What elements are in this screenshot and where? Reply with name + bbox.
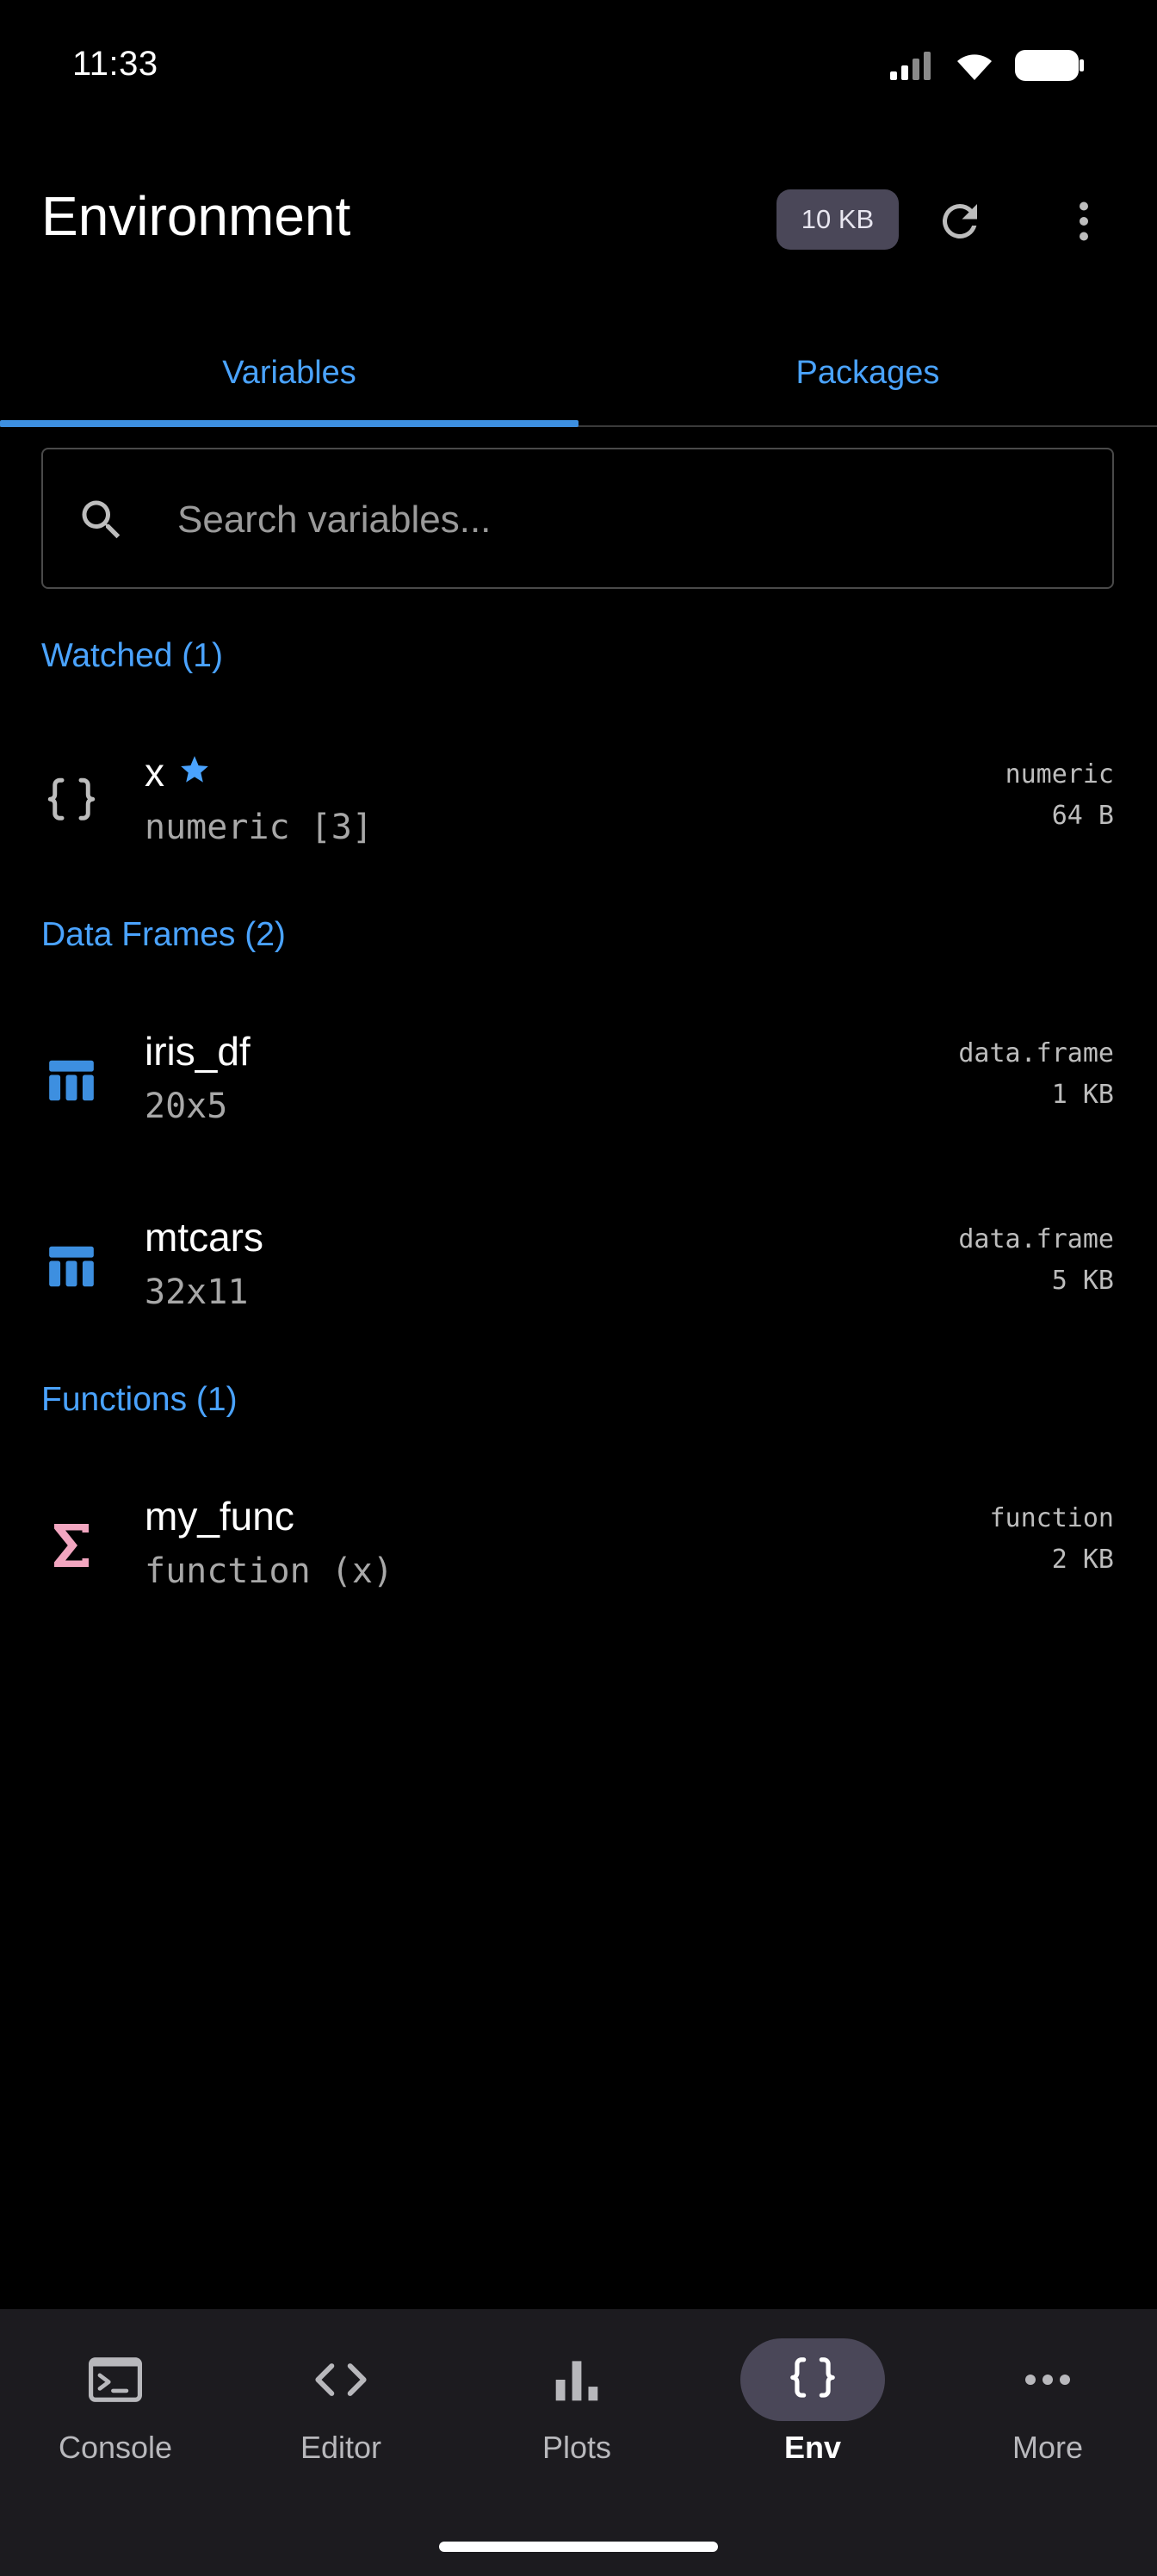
nav-icon-container [43,2338,188,2421]
nav-item-console[interactable]: Console [0,2309,231,2507]
braces-icon [41,771,102,832]
tab-bar: Variables Packages [0,320,1157,427]
page-title: Environment [41,185,351,247]
section-header-functions: Functions (1) [41,1381,238,1418]
environment-screen: 11:33 Environment 10 KB Variables Packag… [0,0,1157,2576]
variable-detail: 32x11 [145,1273,249,1312]
tab-packages[interactable]: Packages [578,320,1157,425]
memory-usage-badge[interactable]: 10 KB [776,189,899,250]
refresh-button[interactable] [928,189,992,253]
variable-type: numeric [1005,759,1114,790]
variable-detail: 20x5 [145,1087,228,1126]
sigma-icon [41,1515,102,1576]
variable-name: iris_df [145,1029,251,1074]
search-input[interactable] [176,480,1074,560]
variable-name: x [145,750,164,795]
wifi-icon [954,49,995,86]
status-time: 11:33 [72,45,158,83]
variable-row-x[interactable]: x numeric [3] numeric 64 B [0,723,1157,878]
braces-icon [790,2357,835,2398]
status-icons [888,48,1085,87]
search-icon [76,494,127,550]
variable-row-iris-df[interactable]: iris_df 20x5 data.frame 1 KB [0,1002,1157,1157]
nav-label-more: More [1012,2430,1084,2465]
variable-row-my-func[interactable]: my_func function (x) function 2 KB [0,1467,1157,1622]
nav-label-env: Env [783,2430,842,2465]
variable-size: 5 KB [1051,1266,1114,1296]
status-bar: 11:33 [0,0,1157,138]
nav-icon-container [269,2338,413,2421]
bar-chart-icon [555,2361,598,2401]
search-box[interactable] [41,448,1114,589]
refresh-icon [943,204,977,238]
more-horizontal-icon [1025,2375,1070,2385]
variable-name: my_func [145,1494,294,1539]
variable-name-row: x [145,749,211,796]
overflow-menu-button[interactable] [1052,189,1116,253]
variable-size: 64 B [1051,801,1114,831]
nav-item-env[interactable]: Env [697,2309,928,2507]
nav-icon-container [975,2338,1120,2421]
nav-label-plots: Plots [541,2430,612,2465]
nav-icon-container-active [740,2338,885,2421]
table-icon [41,1050,102,1111]
table-icon [41,1236,102,1297]
more-vertical-icon [1080,201,1088,241]
nav-item-plots[interactable]: Plots [461,2309,692,2507]
bottom-navigation: Console Editor Plots Env More [0,2309,1157,2576]
active-tab-indicator [0,420,578,427]
tab-variables[interactable]: Variables [0,320,578,425]
nav-label-editor: Editor [300,2430,382,2465]
code-icon [315,2363,367,2396]
nav-item-more[interactable]: More [932,2309,1157,2507]
variable-type: function [989,1503,1115,1533]
variable-size: 2 KB [1051,1545,1114,1575]
variable-detail: function (x) [145,1551,393,1591]
variable-type: data.frame [958,1038,1114,1068]
nav-icon-container [504,2338,649,2421]
signal-icon [888,51,935,84]
top-app-bar: Environment 10 KB [0,164,1157,276]
nav-item-editor[interactable]: Editor [226,2309,456,2507]
star-icon[interactable] [178,749,211,796]
variable-type: data.frame [958,1224,1114,1254]
variable-detail: numeric [3] [145,808,373,847]
home-indicator[interactable] [439,2542,718,2552]
nav-label-console: Console [58,2430,173,2465]
terminal-icon [89,2357,142,2402]
variable-name: mtcars [145,1215,263,1260]
battery-icon [1014,48,1085,87]
section-header-data-frames: Data Frames (2) [41,916,286,953]
section-header-watched: Watched (1) [41,637,223,674]
variable-size: 1 KB [1051,1080,1114,1110]
variable-row-mtcars[interactable]: mtcars 32x11 data.frame 5 KB [0,1188,1157,1343]
